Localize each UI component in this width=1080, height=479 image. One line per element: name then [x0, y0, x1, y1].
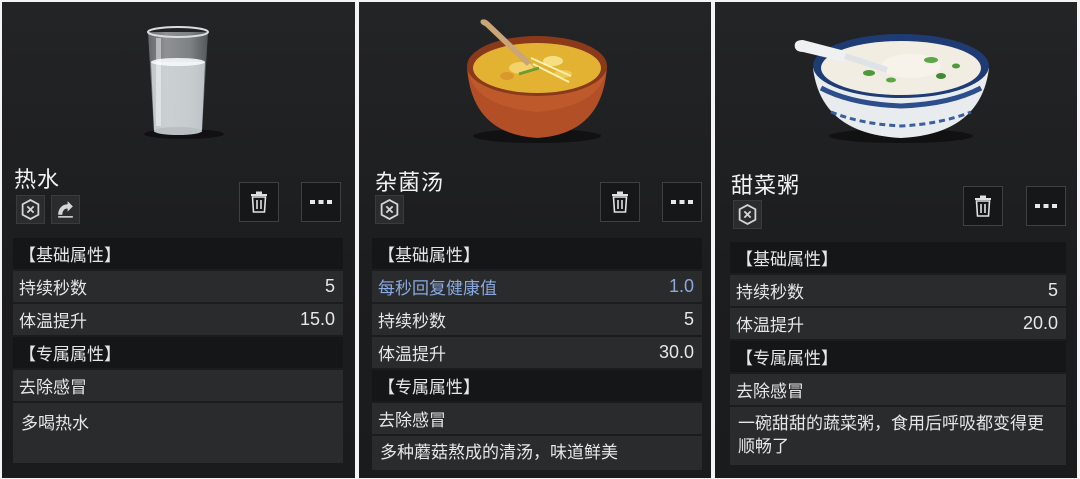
- attr-row-duration: 持续秒数 5: [372, 304, 702, 335]
- attr-value: 1.0: [668, 276, 694, 296]
- attr-label: 持续秒数: [736, 283, 804, 303]
- cure-cold-icon[interactable]: [51, 195, 80, 224]
- ellipsis-icon: [310, 200, 332, 204]
- attr-value: 20.0: [1022, 313, 1058, 333]
- item-card-mushroom-soup: 杂菌汤 【基础属性】 每秒回复健康值 1.0 持续秒数 5 体温提升 30.0 …: [359, 2, 711, 478]
- attr-label: 体温提升: [378, 345, 446, 365]
- mushroom-soup-image: [467, 19, 607, 143]
- attribute-list: 【基础属性】 每秒回复健康值 1.0 持续秒数 5 体温提升 30.0 【专属属…: [372, 238, 702, 470]
- attr-label: 体温提升: [19, 312, 87, 332]
- section-header-special: 【专属属性】: [730, 341, 1066, 372]
- section-header-special: 【专属属性】: [13, 337, 343, 368]
- attr-value: 30.0: [658, 342, 694, 362]
- section-header-special: 【专属属性】: [372, 370, 702, 401]
- shield-x-icon[interactable]: [733, 200, 762, 229]
- attribute-list: 【基础属性】 持续秒数 5 体温提升 15.0 【专属属性】 去除感冒 多喝热水: [13, 238, 343, 463]
- item-name: 热水: [14, 168, 61, 193]
- trash-icon: [612, 191, 628, 213]
- ellipsis-icon: [1035, 204, 1057, 208]
- attr-row-duration: 持续秒数 5: [730, 275, 1066, 306]
- attr-row-health-regen: 每秒回复健康值 1.0: [372, 271, 702, 302]
- special-effect: 去除感冒: [372, 403, 702, 434]
- attribute-list: 【基础属性】 持续秒数 5 体温提升 20.0 【专属属性】 去除感冒 一碗甜甜…: [730, 242, 1066, 465]
- delete-button[interactable]: [239, 182, 279, 222]
- more-options-button[interactable]: [1026, 186, 1066, 226]
- shield-x-icon[interactable]: [375, 195, 404, 224]
- item-name: 甜菜粥: [731, 174, 801, 199]
- trash-icon: [975, 195, 991, 217]
- attr-value: 5: [683, 309, 694, 329]
- section-header-basic: 【基础属性】: [13, 238, 343, 269]
- item-description: 一碗甜甜的蔬菜粥，食用后呼吸都变得更顺畅了: [730, 407, 1066, 465]
- glass-of-water-image: [144, 26, 224, 139]
- attr-label: 体温提升: [736, 316, 804, 336]
- trash-icon: [251, 191, 267, 213]
- vegetable-porridge-image: [794, 34, 989, 143]
- attr-value: 5: [1047, 280, 1058, 300]
- ellipsis-icon: [671, 200, 693, 204]
- item-card-hot-water: 热水 【基础属性】 持续秒数 5 体温提升 15.0 【专属属性】 去除感冒 多…: [2, 2, 355, 478]
- attr-row-body-temp: 体温提升 15.0: [13, 304, 343, 335]
- attr-row-body-temp: 体温提升 20.0: [730, 308, 1066, 339]
- attr-label: 持续秒数: [378, 312, 446, 332]
- more-options-button[interactable]: [662, 182, 702, 222]
- item-name: 杂菌汤: [375, 171, 445, 196]
- special-effect: 去除感冒: [13, 370, 343, 401]
- special-effect: 去除感冒: [730, 374, 1066, 405]
- shield-x-icon[interactable]: [16, 195, 45, 224]
- more-options-button[interactable]: [301, 182, 341, 222]
- delete-button[interactable]: [600, 182, 640, 222]
- attr-row-body-temp: 体温提升 30.0: [372, 337, 702, 368]
- attr-value: 5: [324, 276, 335, 296]
- attr-value: 15.0: [299, 309, 335, 329]
- effect-badges: [733, 200, 762, 229]
- item-card-vegetable-porridge: 甜菜粥 【基础属性】 持续秒数 5 体温提升 20.0 【专属属性】 去除感冒 …: [715, 2, 1077, 478]
- attr-label: 持续秒数: [19, 279, 87, 299]
- attr-row-duration: 持续秒数 5: [13, 271, 343, 302]
- item-description: 多喝热水: [13, 403, 343, 463]
- attr-label: 每秒回复健康值: [378, 279, 497, 299]
- item-description: 多种蘑菇熬成的清汤，味道鲜美: [372, 436, 702, 470]
- effect-badges: [375, 195, 404, 224]
- delete-button[interactable]: [963, 186, 1003, 226]
- effect-badges: [16, 195, 80, 224]
- section-header-basic: 【基础属性】: [730, 242, 1066, 273]
- section-header-basic: 【基础属性】: [372, 238, 702, 269]
